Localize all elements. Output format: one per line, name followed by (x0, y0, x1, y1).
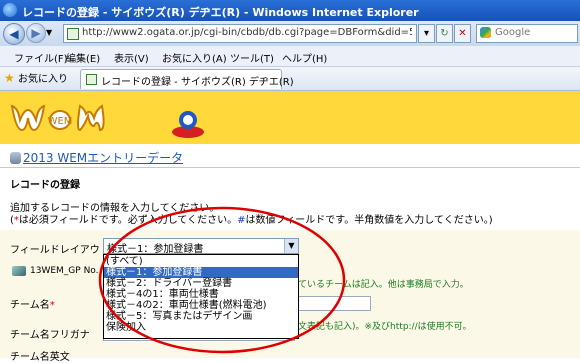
database-title-link[interactable]: 2013 WEMエントリーデータ (10, 149, 183, 166)
ie-logo-icon (3, 3, 17, 17)
divider (0, 167, 580, 168)
layout-select-value: 様式－1：参加登録書 (107, 244, 204, 255)
menu-bar: ファイル(F) 編集(E) 表示(V) お気に入り(A) ツール(T) ヘルプ(… (0, 46, 580, 67)
menu-help[interactable]: ヘルプ(H) (282, 50, 327, 65)
menu-tools[interactable]: ツール(T) (230, 50, 274, 65)
dropdown-option[interactable]: 様式－4の2：車両仕様書(燃料電池) (104, 300, 298, 311)
team-english-label: チーム名英文 (10, 352, 70, 363)
tab-favicon (86, 74, 97, 85)
page-favicon (67, 28, 79, 40)
favorites-label: お気に入り (17, 74, 68, 85)
database-icon (10, 152, 21, 164)
layout-select[interactable]: 様式－1：参加登録書 ▼ (103, 238, 299, 255)
wem-logo: WEM (10, 104, 204, 138)
team-name-label: チーム名* (10, 296, 55, 311)
layout-dropdown-list[interactable]: (すべて) 様式－1：参加登録書 様式－2：ドライバー登録書 様式－4の1：車両… (103, 254, 299, 339)
team-kana-label: チーム名フリガナ (10, 330, 90, 341)
section-heading: レコードの登録 (10, 180, 80, 191)
intro-text-2: (*は必須フィールドです。必ず入力してください。#は数値フィールドです。半角数値… (10, 211, 493, 226)
numeric-mark: # (237, 215, 246, 226)
dropdown-option[interactable]: 様式－5：写真またはデザイン画 (104, 311, 298, 322)
logo-text: WEM (48, 116, 73, 127)
dropdown-option[interactable]: 様式－2：ドライバー登録書 (104, 278, 298, 289)
required-mark: * (49, 300, 55, 311)
tab-active[interactable]: レコードの登録 - サイボウズ(R) デヂエ(R) (80, 69, 294, 89)
team-hint: ているチームは記入。他は事務局で入力。 (298, 280, 469, 290)
site-banner: WEM (0, 91, 580, 144)
menu-favorites[interactable]: お気に入り(A) (162, 50, 227, 65)
star-icon: ★ (4, 71, 15, 85)
window-title: レコードの登録 - サイボウズ(R) デヂエ(R) - Windows Inte… (22, 6, 419, 19)
tab-title: レコードの登録 - サイボウズ(R) デヂエ(R) (101, 77, 294, 88)
database-title: 2013 WEMエントリーデータ (23, 151, 184, 165)
page-content: 2013 WEMエントリーデータ レコードの登録 追加するレコードの情報を入力し… (0, 144, 580, 363)
intro-numeric-text: は数値フィールドです。半角数値を入力してください。) (245, 215, 493, 226)
search-placeholder: Google (495, 27, 531, 38)
dropdown-option[interactable]: (すべて) (104, 256, 298, 267)
address-dropdown-icon[interactable]: ▾ (418, 24, 435, 43)
forward-button[interactable]: ▶ (26, 23, 46, 43)
menu-view[interactable]: 表示(V) (114, 50, 149, 65)
address-toolbar: ◀ ▶ ▼ http://www2.ogata.or.jp/cgi-bin/cb… (0, 21, 580, 46)
stop-icon[interactable]: ✕ (454, 24, 471, 43)
dropdown-option-selected[interactable]: 様式－1：参加登録書 (104, 267, 298, 278)
record-id-label: 13WEM_GP No. (30, 266, 99, 276)
dropdown-option[interactable]: 様式－4の1：車両仕様書 (104, 289, 298, 300)
menu-file[interactable]: ファイル(F) (14, 50, 68, 65)
english-hint: 文表記も記入)。※及びhttp://は使用不可。 (298, 322, 472, 332)
team-name-text: チーム名 (10, 300, 50, 311)
history-dropdown-icon[interactable]: ▼ (46, 28, 52, 37)
window-title-bar: レコードの登録 - サイボウズ(R) デヂエ(R) - Windows Inte… (0, 0, 580, 21)
layout-label: フィールドレイアウト (10, 245, 110, 256)
tab-bar: ★ お気に入り レコードの登録 - サイボウズ(R) デヂエ(R) (0, 67, 580, 91)
intro-required-text: は必須フィールドです。必ず入力してください。 (18, 215, 238, 226)
back-button[interactable]: ◀ (3, 23, 25, 45)
google-icon (480, 27, 491, 38)
search-box[interactable]: Google (476, 24, 578, 43)
favorites-button[interactable]: ★ お気に入り (4, 70, 68, 85)
address-url[interactable]: http://www2.ogata.or.jp/cgi-bin/cbdb/db.… (82, 27, 412, 38)
address-bar[interactable]: http://www2.ogata.or.jp/cgi-bin/cbdb/db.… (63, 24, 417, 43)
record-icon (12, 266, 26, 276)
refresh-icon[interactable]: ↻ (436, 24, 453, 43)
menu-edit[interactable]: 編集(E) (66, 50, 100, 65)
dropdown-option[interactable]: 保険加入 (104, 322, 298, 333)
chevron-down-icon[interactable]: ▼ (284, 239, 298, 253)
